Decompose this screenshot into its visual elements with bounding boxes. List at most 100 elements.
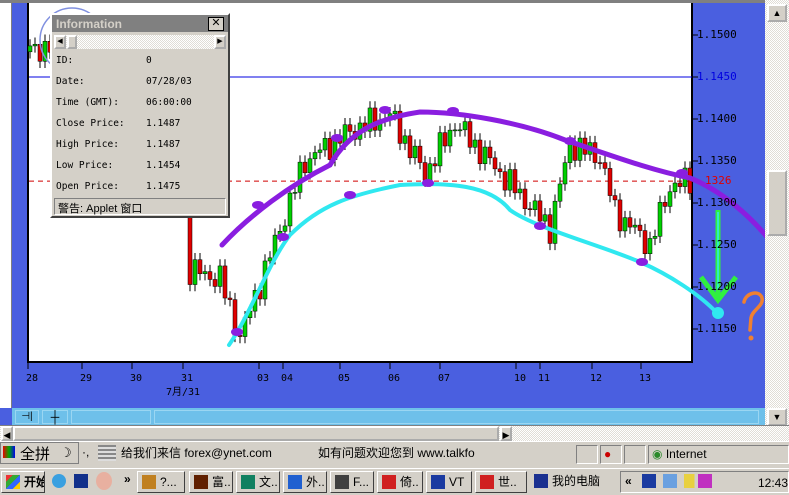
quicklaunch-chevron[interactable]: » — [124, 472, 131, 486]
candle — [317, 149, 323, 153]
scroll-right-button[interactable]: ▶ — [214, 35, 226, 49]
question-mark — [742, 291, 764, 332]
scroll-up-button[interactable]: ▲ — [767, 4, 787, 22]
date-tick: 10 — [514, 373, 527, 384]
taskbar-item[interactable]: 外.. — [283, 471, 327, 493]
candle — [432, 163, 438, 167]
info-value: 0 — [146, 55, 152, 66]
date-tick: 13 — [639, 373, 652, 384]
scroll-thumb[interactable] — [13, 426, 499, 441]
taskbar-item[interactable]: 富.. — [189, 471, 233, 493]
dialog-scrollbar[interactable]: ◀ ▶ — [54, 35, 226, 49]
avatar-icon[interactable] — [96, 472, 112, 490]
candle — [617, 199, 623, 232]
candle — [447, 129, 453, 147]
moon-icon[interactable]: ☽ — [60, 445, 72, 461]
info-label: Close Price: — [56, 118, 125, 129]
taskbar-item[interactable]: 世.. — [475, 471, 527, 493]
candle — [492, 157, 498, 170]
pivot-marker — [379, 106, 391, 114]
candle — [267, 257, 273, 262]
privacy-icon[interactable]: ● — [600, 445, 622, 464]
vertical-scrollbar[interactable]: ▲ ▼ — [765, 0, 789, 426]
date-tick: 29 — [80, 373, 93, 384]
candle — [452, 129, 458, 132]
taskbar-item[interactable]: ?... — [137, 471, 185, 493]
start-button[interactable]: 开始 — [1, 471, 45, 493]
zone-field: ◉ Internet — [648, 445, 789, 464]
scroll-thumb[interactable] — [767, 170, 787, 236]
candle — [477, 139, 483, 164]
candle — [222, 265, 228, 299]
ime-logo-icon — [3, 446, 15, 458]
crosshair-button[interactable]: ┼ — [42, 410, 68, 424]
pin-button[interactable]: ⊣| — [15, 410, 39, 424]
info-value: 1.1487 — [146, 139, 181, 150]
candle — [347, 124, 353, 132]
taskbar-item[interactable]: VT — [426, 471, 472, 493]
date-tick: 04 — [281, 373, 294, 384]
info-value: 1.1487 — [146, 118, 181, 129]
app-icon — [194, 475, 208, 489]
date-tick: 07 — [438, 373, 451, 384]
scroll-down-button[interactable]: ▼ — [767, 408, 787, 426]
information-dialog: Information ✕ ◀ ▶ ID: 0 Date: 07/28/03 Time … — [50, 13, 230, 218]
candle — [647, 238, 653, 254]
ime-mode[interactable]: 全拼 — [20, 443, 50, 464]
app-icon — [241, 475, 255, 489]
candle — [602, 162, 608, 169]
horizontal-scrollbar[interactable]: ◀ ▶ — [0, 425, 789, 441]
info-row: Open Price: 1.1475 — [56, 181, 180, 192]
taskbar-item[interactable]: 倚.. — [377, 471, 423, 493]
candle — [217, 265, 223, 287]
info-row: Close Price: 1.1487 — [56, 118, 180, 129]
question-mark-dot — [748, 335, 754, 341]
candle — [427, 163, 433, 181]
candle — [207, 271, 213, 280]
keyboard-icon[interactable] — [98, 445, 116, 461]
candle — [437, 132, 443, 167]
app-icon — [335, 475, 349, 489]
tray-icons[interactable] — [642, 474, 712, 488]
status-field — [576, 445, 598, 464]
status-field — [624, 445, 646, 464]
candle — [507, 169, 513, 191]
candle — [542, 214, 548, 222]
date-tick: 28 — [26, 373, 39, 384]
current-price-label: 1326 — [705, 174, 732, 188]
date-tick: 05 — [338, 373, 351, 384]
info-value: 06:00:00 — [146, 97, 192, 108]
app-icon — [431, 475, 445, 489]
taskbar-item[interactable]: F... — [330, 471, 374, 493]
date-tick: 06 — [388, 373, 401, 384]
pivot-marker — [564, 137, 576, 145]
price-tick: 1.1200 — [697, 280, 737, 293]
candle — [462, 121, 468, 131]
scroll-left-button[interactable]: ◀ — [54, 35, 66, 49]
close-button[interactable]: ✕ — [208, 17, 224, 31]
info-value: 1.1454 — [146, 160, 181, 171]
media-player-icon[interactable] — [52, 474, 66, 488]
taskbar-item[interactable]: 文.. — [236, 471, 280, 493]
price-tick: 1.1250 — [697, 238, 737, 251]
scroll-thumb[interactable] — [67, 35, 77, 49]
scroll-right-button[interactable]: ▶ — [500, 426, 512, 441]
punct-toggle[interactable]: ·, — [82, 445, 89, 459]
info-label: ID: — [56, 55, 74, 66]
candle — [312, 152, 318, 160]
candle — [322, 138, 328, 151]
date-tick: 03 — [257, 373, 270, 384]
tray-chevron[interactable]: « — [625, 474, 632, 488]
desktop-icon[interactable] — [74, 474, 88, 488]
pivot-marker — [422, 179, 434, 187]
scroll-left-button[interactable]: ◀ — [1, 426, 13, 441]
pivot-marker — [277, 233, 289, 241]
app-icon — [534, 474, 548, 488]
taskbar-item[interactable]: 我的电脑 — [530, 471, 620, 493]
info-value: 1.1475 — [146, 181, 181, 192]
app-icon — [382, 475, 396, 489]
applet-warning: 警告: Applet 窗口 — [54, 198, 226, 215]
candle — [637, 224, 643, 231]
target-dot — [712, 307, 724, 319]
candle — [472, 139, 478, 148]
